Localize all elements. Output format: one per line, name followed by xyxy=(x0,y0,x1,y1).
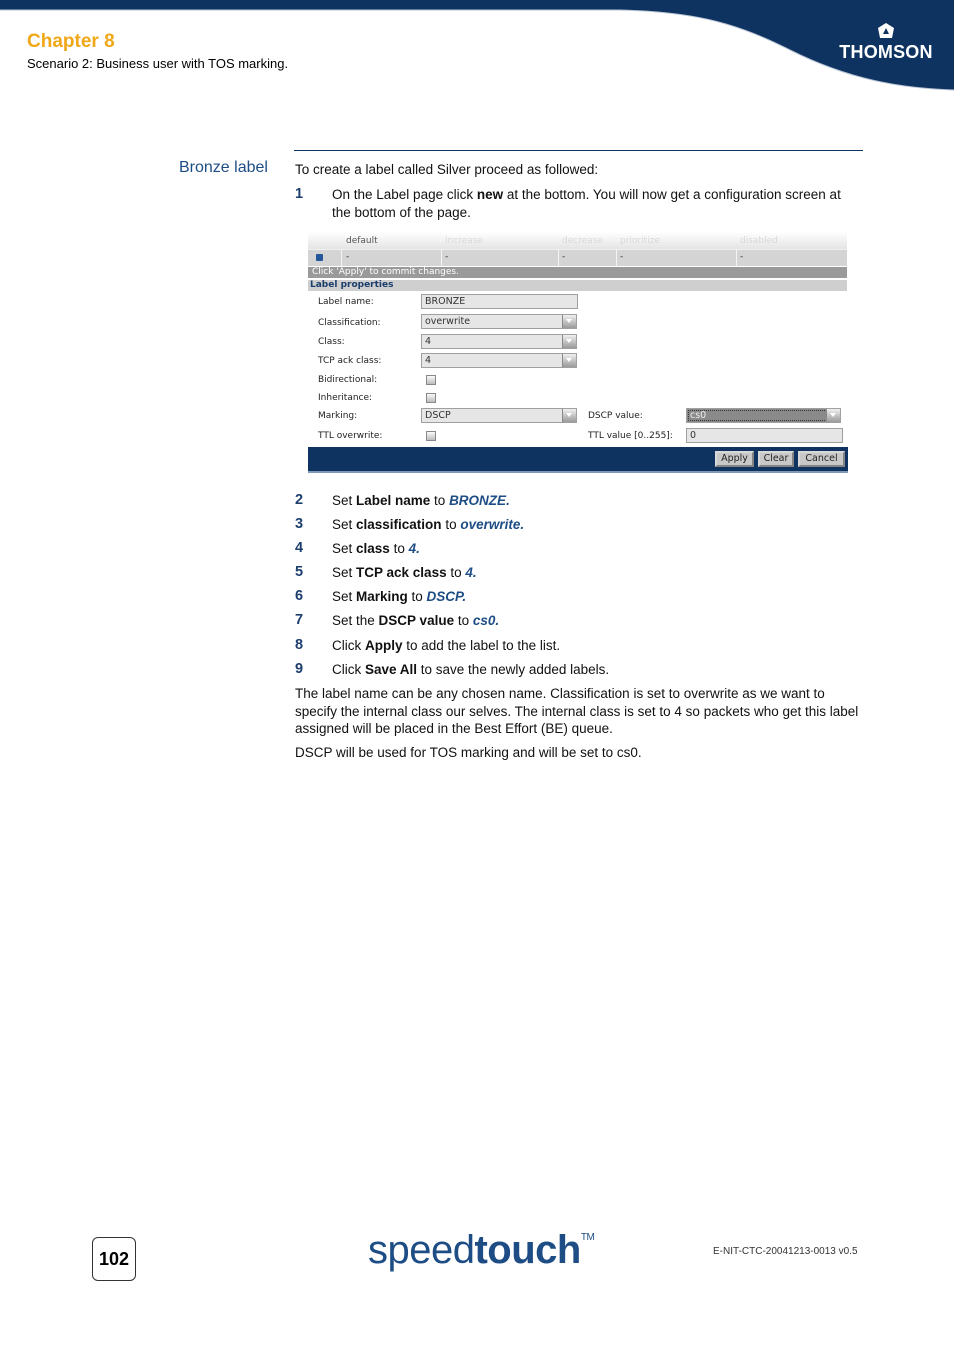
clear-button[interactable]: Clear xyxy=(758,451,794,467)
step-number: 7 xyxy=(295,612,304,628)
document-id: E-NIT-CTC-20041213-0013 v0.5 xyxy=(713,1246,858,1257)
thomson-logo: THOMSON xyxy=(836,22,936,63)
cell: - xyxy=(620,252,624,262)
label-name-input[interactable]: BRONZE xyxy=(421,294,578,309)
thomson-wordmark: THOMSON xyxy=(839,42,933,62)
label-table-header: default increase decrease prioritize dis… xyxy=(308,232,847,249)
step-text: Click Save All to save the newly added l… xyxy=(332,662,610,677)
cell: - xyxy=(346,252,350,262)
label-config-screenshot: default increase decrease prioritize dis… xyxy=(308,232,848,474)
step-number: 4 xyxy=(295,540,304,556)
thomson-triangle-icon xyxy=(878,23,894,38)
dscp-value-select[interactable]: cs0 xyxy=(686,408,841,423)
step-text: Set the DSCP value to cs0. xyxy=(332,613,500,628)
chevron-down-icon[interactable] xyxy=(562,315,576,328)
step-text: Click Apply to add the label to the list… xyxy=(332,638,561,653)
tcp-ack-class-select[interactable]: 4 xyxy=(421,353,577,368)
dscp-paragraph: DSCP will be used for TOS marking and wi… xyxy=(295,745,642,760)
chevron-down-icon[interactable] xyxy=(562,335,576,348)
header-band xyxy=(0,0,954,91)
step-number: 1 xyxy=(295,186,304,202)
tcp-ack-class-label: TCP ack class: xyxy=(318,356,382,366)
step-text: Set class to 4. xyxy=(332,541,420,556)
step-number: 8 xyxy=(295,637,304,653)
marking-label: Marking: xyxy=(318,411,358,421)
step-number: 2 xyxy=(295,492,304,508)
col-header: decrease xyxy=(562,236,603,246)
dscp-value-label: DSCP value: xyxy=(588,411,643,421)
inheritance-checkbox[interactable] xyxy=(426,393,436,403)
step-text: Set Label name to BRONZE. xyxy=(332,493,510,508)
section-heading: Bronze label xyxy=(179,159,268,176)
step-value: cs0 xyxy=(472,613,496,628)
class-label: Class: xyxy=(318,337,345,347)
bidirectional-label: Bidirectional: xyxy=(318,375,378,385)
ttl-value-label: TTL value [0..255]: xyxy=(588,431,673,441)
ttl-value-input[interactable]: 0 xyxy=(686,428,843,443)
step-value: overwrite xyxy=(460,517,521,532)
label-name-label: Label name: xyxy=(318,297,374,307)
intro-text: To create a label called Silver proceed … xyxy=(295,162,599,177)
classification-select[interactable]: overwrite xyxy=(421,314,577,329)
step-value: 4 xyxy=(408,541,417,556)
table-row[interactable]: - - - - - xyxy=(308,249,847,266)
step-text: Set Marking to DSCP. xyxy=(332,589,467,604)
cell: - xyxy=(445,252,449,262)
inheritance-label: Inheritance: xyxy=(318,393,373,403)
chevron-down-icon[interactable] xyxy=(562,409,576,422)
blue-square-icon xyxy=(316,254,323,261)
step-number: 5 xyxy=(295,564,304,580)
step-number: 3 xyxy=(295,516,304,532)
apply-button[interactable]: Apply xyxy=(715,451,754,467)
col-header: default xyxy=(346,236,378,246)
speedtouch-logo: speedtouchTM xyxy=(368,1228,595,1272)
explanation-paragraph: The label name can be any chosen name. C… xyxy=(295,686,859,736)
step-value: DSCP xyxy=(426,589,463,604)
step-text: On the Label page click new at the botto… xyxy=(332,187,841,220)
step-number: 6 xyxy=(295,588,304,604)
classification-label: Classification: xyxy=(318,318,381,328)
ttl-overwrite-label: TTL overwrite: xyxy=(318,431,383,441)
step-number: 9 xyxy=(295,661,304,677)
step-text: Set TCP ack class to 4. xyxy=(332,565,477,580)
step-value: BRONZE xyxy=(449,493,507,508)
col-header: increase xyxy=(445,236,483,246)
label-properties-heading: Label properties xyxy=(308,280,847,291)
chevron-down-icon[interactable] xyxy=(826,409,840,422)
step-value: 4 xyxy=(465,565,473,580)
page-number: 102 xyxy=(92,1237,136,1281)
chapter-title: Chapter 8 xyxy=(27,31,115,52)
cell: - xyxy=(562,252,566,262)
button-bar: Apply Clear Cancel xyxy=(308,447,848,473)
section-rule xyxy=(294,150,863,151)
col-header: disabled xyxy=(740,236,778,246)
chevron-down-icon[interactable] xyxy=(562,354,576,367)
class-select[interactable]: 4 xyxy=(421,334,577,349)
col-header: prioritize xyxy=(620,236,660,246)
cancel-button[interactable]: Cancel xyxy=(798,451,845,467)
ttl-overwrite-checkbox[interactable] xyxy=(426,431,436,441)
marking-select[interactable]: DSCP xyxy=(421,408,577,423)
commit-message: Click 'Apply' to commit changes. xyxy=(308,267,847,278)
bidirectional-checkbox[interactable] xyxy=(426,375,436,385)
chapter-subtitle: Scenario 2: Business user with TOS marki… xyxy=(27,56,289,71)
step-text: Set classification to overwrite. xyxy=(332,517,525,532)
cell: - xyxy=(740,252,744,262)
